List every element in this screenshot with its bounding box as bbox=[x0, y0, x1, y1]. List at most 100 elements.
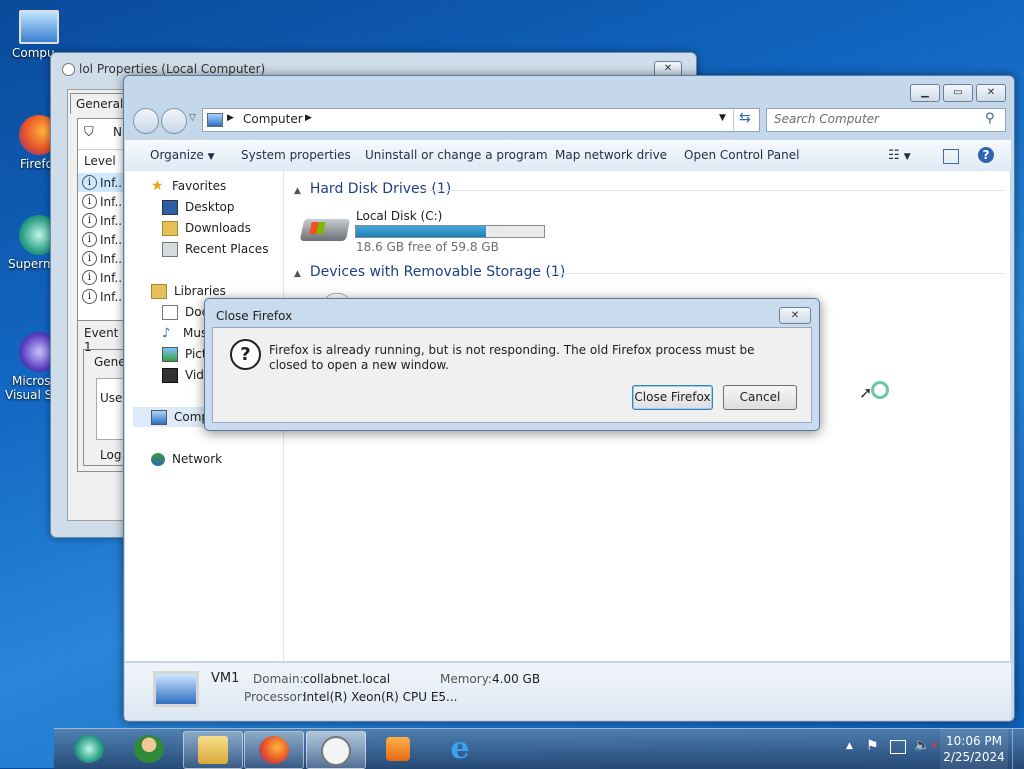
show-hidden-icons-chevron-icon[interactable]: ▲ bbox=[846, 741, 853, 751]
local-disk-item[interactable]: Local Disk (C:) 18.6 GB free of 59.8 GB bbox=[299, 207, 552, 254]
documents-icon bbox=[162, 304, 178, 320]
show-desktop-button[interactable] bbox=[1012, 729, 1024, 769]
list-item[interactable]: i Inf... bbox=[78, 249, 128, 268]
search-input[interactable]: Search Computer ⚲ bbox=[766, 108, 1006, 132]
back-button[interactable] bbox=[133, 108, 159, 134]
view-options-icon[interactable]: ☷ ▼ bbox=[888, 148, 911, 163]
dialog-close-button[interactable]: ✕ bbox=[779, 307, 811, 324]
help-icon[interactable]: ? bbox=[978, 147, 994, 163]
filter-icon[interactable]: ⛉ bbox=[84, 125, 94, 140]
disk-usage-fill bbox=[356, 226, 486, 237]
recent-places-icon bbox=[162, 241, 178, 257]
nav-desktop[interactable]: Desktop bbox=[162, 197, 235, 217]
preview-pane-icon[interactable] bbox=[943, 149, 959, 164]
music-icon: ♪ bbox=[162, 325, 171, 341]
list-item[interactable]: i Inf... bbox=[78, 268, 128, 287]
group-header-removable[interactable]: ▲ Devices with Removable Storage (1) bbox=[294, 264, 1004, 280]
chevron-down-icon[interactable]: ▼ bbox=[719, 113, 726, 123]
cancel-button[interactable]: Cancel bbox=[723, 385, 797, 410]
desktop-icon bbox=[162, 199, 178, 215]
nav-downloads[interactable]: Downloads bbox=[162, 218, 251, 238]
list-item[interactable]: i Inf... bbox=[78, 173, 128, 192]
clock-area[interactable]: 10:06 PM 2/25/2024 bbox=[940, 729, 1008, 769]
level-column-header[interactable]: Level bbox=[84, 154, 116, 168]
processor-label: Processor: bbox=[244, 690, 306, 704]
address-bar[interactable]: ▶ Computer ▶ ▼ ⇆ bbox=[202, 108, 760, 132]
taskbar-firefox[interactable] bbox=[244, 731, 304, 769]
taskbar-internet-explorer[interactable]: e bbox=[431, 731, 489, 767]
list-item[interactable]: i Inf... bbox=[78, 287, 128, 306]
nav-recent-places[interactable]: Recent Places bbox=[162, 239, 268, 259]
event-list-panel: ⛉ N Level i Inf... i Inf... i Inf... i Inf..… bbox=[77, 118, 129, 325]
downloads-folder-icon bbox=[162, 220, 178, 236]
log-label: Log bbox=[100, 448, 122, 462]
taskbar-event-viewer[interactable] bbox=[306, 731, 366, 769]
taskbar-explorer[interactable] bbox=[183, 731, 243, 769]
info-icon: i bbox=[82, 213, 97, 228]
network-icon bbox=[151, 452, 165, 466]
computer-icon bbox=[207, 113, 223, 127]
list-item[interactable]: i Inf... bbox=[78, 230, 128, 249]
taskbar: e ▲ ⚑ 🔈✕ 10:06 PM 2/25/2024 bbox=[54, 728, 1024, 769]
uninstall-program-button[interactable]: Uninstall or change a program bbox=[365, 148, 548, 162]
info-icon: i bbox=[82, 289, 97, 304]
close-firefox-button[interactable]: Close Firefox bbox=[632, 385, 713, 410]
users-icon bbox=[134, 735, 164, 763]
network-tray-icon[interactable] bbox=[890, 740, 906, 754]
taskbar-media-player[interactable] bbox=[369, 731, 427, 767]
minimize-button[interactable]: ▁ bbox=[910, 84, 940, 102]
recent-pages-chevron-icon[interactable]: ▽ bbox=[189, 113, 196, 123]
organize-menu[interactable]: Organize ▼ bbox=[150, 148, 215, 162]
hard-drive-icon bbox=[299, 219, 351, 241]
loading-ring-icon bbox=[871, 381, 889, 399]
event-detail-panel: Event 1 Gener Use Log bbox=[77, 320, 133, 472]
breadcrumb[interactable]: Computer bbox=[243, 112, 303, 126]
system-properties-button[interactable]: System properties bbox=[241, 148, 351, 162]
search-placeholder: Search Computer bbox=[774, 112, 879, 126]
forward-button[interactable] bbox=[161, 108, 187, 134]
details-pane: VM1 Domain: collabnet.local Memory: 4.00… bbox=[125, 662, 1011, 720]
map-network-drive-button[interactable]: Map network drive bbox=[555, 148, 667, 162]
disk-usage-bar bbox=[355, 225, 545, 238]
dialog-body: ? Firefox is already running, but is not… bbox=[212, 327, 812, 423]
close-firefox-dialog[interactable]: Close Firefox ✕ ? Firefox is already run… bbox=[204, 298, 820, 431]
disk-name: Local Disk (C:) bbox=[356, 209, 443, 223]
search-icon[interactable]: ⚲ bbox=[985, 111, 995, 126]
chevron-right-icon[interactable]: ▶ bbox=[227, 113, 234, 123]
videos-icon bbox=[162, 367, 178, 383]
action-center-flag-icon[interactable]: ⚑ bbox=[866, 738, 879, 754]
tab-general[interactable]: General bbox=[70, 93, 130, 114]
chevron-right-icon[interactable]: ▶ bbox=[305, 113, 312, 123]
computer-large-icon bbox=[153, 671, 199, 707]
dialog-message: Firefox is already running, but is not r… bbox=[269, 343, 755, 372]
volume-muted-icon[interactable]: 🔈✕ bbox=[914, 738, 939, 753]
computer-name: VM1 bbox=[211, 671, 240, 686]
computer-icon bbox=[19, 10, 59, 44]
folder-icon bbox=[198, 736, 228, 764]
user-label: Use bbox=[100, 391, 123, 405]
list-item[interactable]: i Inf... bbox=[78, 211, 128, 230]
taskbar-supermium[interactable] bbox=[60, 731, 118, 767]
open-control-panel-button[interactable]: Open Control Panel bbox=[684, 148, 799, 162]
refresh-icon[interactable]: ⇆ bbox=[739, 110, 751, 126]
command-bar: Organize ▼ System properties Uninstall o… bbox=[125, 140, 1011, 172]
group-header-hdd[interactable]: ▲ Hard Disk Drives (1) bbox=[294, 181, 1004, 197]
nav-documents[interactable]: Doc bbox=[162, 302, 208, 322]
list-item[interactable]: i Inf... bbox=[78, 192, 128, 211]
info-icon: i bbox=[82, 251, 97, 266]
window-title: lol Properties (Local Computer) bbox=[79, 62, 266, 76]
close-button[interactable]: ✕ bbox=[976, 84, 1006, 102]
memory-value: 4.00 GB bbox=[492, 672, 541, 686]
maximize-button[interactable]: ▭ bbox=[943, 84, 973, 102]
info-icon: i bbox=[82, 232, 97, 247]
nav-network[interactable]: Network bbox=[151, 449, 222, 469]
level-list: i Inf... i Inf... i Inf... i Inf... i Inf... … bbox=[78, 173, 128, 306]
nav-favorites[interactable]: ★ Favorites bbox=[151, 176, 226, 196]
nav-music[interactable]: ♪ Mus bbox=[162, 323, 207, 343]
question-icon: ? bbox=[230, 339, 261, 370]
media-player-icon bbox=[386, 737, 410, 761]
info-icon: i bbox=[82, 194, 97, 209]
domain-label: Domain: bbox=[253, 672, 304, 686]
taskbar-users[interactable] bbox=[120, 731, 178, 767]
firefox-icon bbox=[259, 736, 289, 764]
